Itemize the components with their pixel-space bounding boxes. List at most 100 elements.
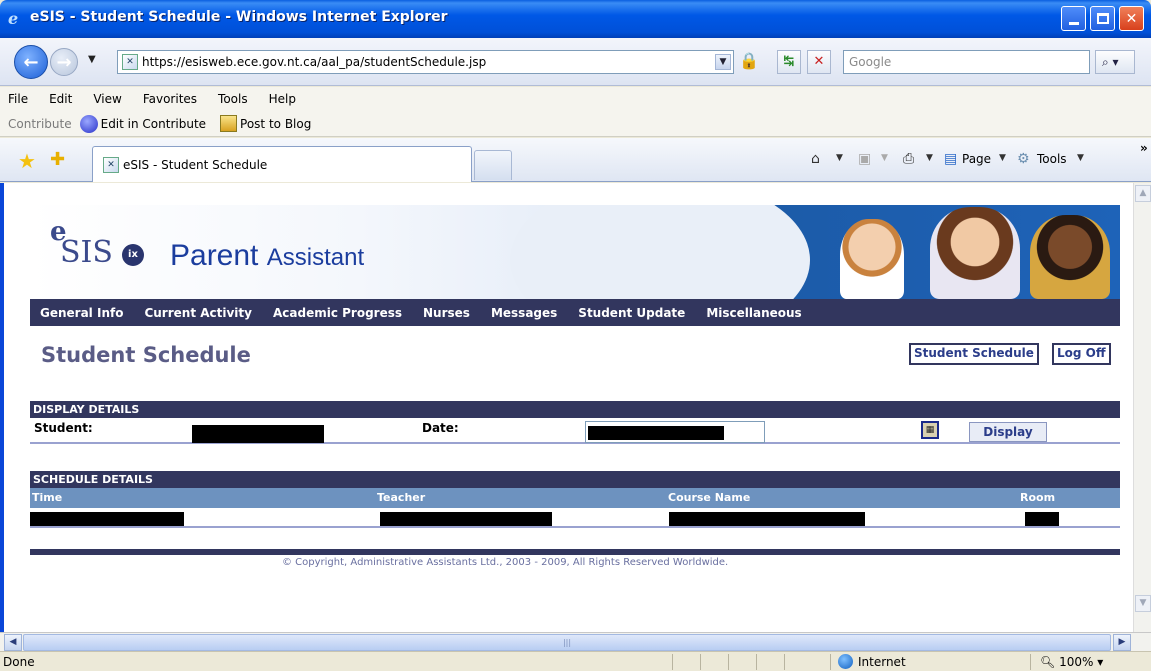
security-zone[interactable]: Internet (838, 654, 906, 669)
forward-arrow-icon: → (56, 51, 72, 73)
menu-favorites[interactable]: Favorites (143, 92, 197, 106)
column-room: Room (1020, 491, 1056, 504)
close-button[interactable]: ✕ (1119, 6, 1144, 31)
search-input[interactable]: Google (843, 50, 1090, 74)
scroll-right-icon[interactable]: ▶ (1113, 634, 1131, 651)
nav-academic-progress[interactable]: Academic Progress (273, 306, 402, 320)
column-teacher: Teacher (377, 491, 426, 504)
menu-help[interactable]: Help (269, 92, 296, 106)
ie-logo-icon: e (8, 9, 19, 28)
banner: e SIS ix Parent Assistant (30, 205, 1120, 299)
home-icon[interactable]: ⌂ (811, 151, 820, 167)
nav-miscellaneous[interactable]: Miscellaneous (706, 306, 801, 320)
search-button[interactable]: ⌕ ▾ (1095, 50, 1135, 74)
gear-icon: ⚙ (1017, 151, 1030, 167)
horizontal-scrollbar[interactable]: ◀ ||| ▶ (0, 632, 1151, 651)
room-value-redacted (1025, 512, 1059, 526)
schedule-details-heading: SCHEDULE DETAILS (30, 471, 1120, 488)
refresh-button[interactable]: ↹ (777, 50, 801, 74)
banner-swoosh (510, 205, 810, 299)
nav-nurses[interactable]: Nurses (423, 306, 470, 320)
home-dropdown-icon[interactable]: ▼ (836, 153, 843, 163)
page-menu-button[interactable]: Page (962, 152, 991, 166)
zoom-dropdown-icon: ▾ (1097, 655, 1104, 669)
address-toolbar: ← → ▼ ✕ https://esisweb.ece.gov.nt.ca/aa… (0, 38, 1151, 86)
history-dropdown-icon[interactable]: ▼ (88, 54, 96, 65)
student-label: Student: (34, 421, 93, 435)
feeds-icon[interactable]: ▣ (858, 151, 871, 167)
maximize-button[interactable] (1090, 6, 1115, 31)
calendar-icon[interactable]: ▦ (921, 421, 939, 439)
status-divider (830, 654, 831, 670)
url-text: https://esisweb.ece.gov.nt.ca/aal_pa/stu… (142, 55, 487, 69)
scroll-down-icon[interactable]: ▼ (1135, 595, 1151, 612)
zoom-icon: 🔍︎ (1040, 655, 1056, 669)
close-icon: ✕ (1125, 10, 1138, 27)
brand-title-main: Parent (170, 239, 259, 272)
add-favorite-icon[interactable]: ✚ (50, 149, 65, 170)
time-value-redacted (30, 512, 184, 526)
logo-badge: ix (122, 244, 144, 266)
page-dropdown-icon[interactable]: ▼ (999, 153, 1006, 163)
date-value-redacted (588, 426, 724, 440)
nav-messages[interactable]: Messages (491, 306, 557, 320)
footer-divider (30, 549, 1120, 555)
stop-button[interactable]: ✕ (807, 50, 831, 74)
status-divider (1030, 654, 1031, 670)
zoom-value: 100% (1059, 655, 1094, 669)
tab-bar: ★ ✚ ✕ eSIS - Student Schedule ⌂ ▼ ▣ ▼ ⎙ … (0, 138, 1151, 182)
date-input[interactable] (585, 421, 765, 443)
back-button[interactable]: ← (14, 45, 48, 79)
tab-student-schedule[interactable]: ✕ eSIS - Student Schedule (92, 146, 472, 182)
display-button[interactable]: Display (969, 422, 1047, 442)
student-photo-girl (930, 207, 1020, 299)
chevron-more-icon[interactable]: » (1140, 141, 1148, 155)
new-tab-button[interactable] (474, 150, 512, 180)
lock-icon[interactable]: 🔒 (738, 51, 760, 73)
menu-edit[interactable]: Edit (49, 92, 72, 106)
edit-in-contribute-button[interactable]: Edit in Contribute (79, 114, 206, 133)
back-arrow-icon: ← (23, 51, 39, 73)
nav-general-info[interactable]: General Info (40, 306, 123, 320)
window-title: eSIS - Student Schedule - Windows Intern… (30, 9, 448, 25)
table-row (30, 508, 1120, 528)
maximize-icon (1096, 13, 1109, 24)
horizontal-scroll-thumb[interactable]: ||| (23, 634, 1111, 651)
column-course-name: Course Name (668, 491, 751, 504)
feeds-dropdown-icon[interactable]: ▼ (881, 153, 888, 163)
copyright-text: © Copyright, Administrative Assistants L… (282, 557, 729, 568)
print-dropdown-icon[interactable]: ▼ (926, 153, 933, 163)
menu-view[interactable]: View (93, 92, 121, 106)
menu-tools[interactable]: Tools (218, 92, 248, 106)
tab-label: eSIS - Student Schedule (123, 157, 268, 172)
post-to-blog-button[interactable]: Post to Blog (220, 115, 311, 132)
tools-menu-button[interactable]: Tools (1037, 152, 1067, 166)
log-off-button[interactable]: Log Off (1052, 343, 1111, 365)
logo-sis: SIS (60, 235, 113, 270)
column-time: Time (32, 491, 63, 504)
student-photo-girl-2 (1030, 215, 1110, 299)
student-schedule-button[interactable]: Student Schedule (909, 343, 1039, 365)
print-icon[interactable]: ⎙ (903, 151, 914, 167)
nav-current-activity[interactable]: Current Activity (144, 306, 252, 320)
refresh-icon: ↹ (783, 54, 795, 69)
scroll-left-icon[interactable]: ◀ (4, 634, 22, 651)
address-field[interactable]: ✕ https://esisweb.ece.gov.nt.ca/aal_pa/s… (117, 50, 734, 74)
contribute-icon (79, 114, 98, 133)
status-divider (700, 654, 701, 670)
menu-file[interactable]: File (8, 92, 28, 106)
forward-button[interactable]: → (50, 48, 78, 76)
favorites-star-icon[interactable]: ★ (18, 149, 36, 173)
vertical-scrollbar[interactable]: ▲ ▼ (1133, 183, 1151, 632)
minimize-button[interactable] (1061, 6, 1086, 31)
tools-dropdown-icon[interactable]: ▼ (1077, 153, 1084, 163)
scroll-up-icon[interactable]: ▲ (1135, 185, 1151, 202)
stop-icon: ✕ (813, 54, 825, 69)
status-bar: Done Internet 🔍︎ 100% ▾ (0, 651, 1151, 671)
status-divider (672, 654, 673, 670)
address-dropdown-icon[interactable]: ▼ (715, 54, 731, 70)
display-details-heading: DISPLAY DETAILS (30, 401, 1120, 418)
zoom-level[interactable]: 🔍︎ 100% ▾ (1040, 655, 1103, 669)
schedule-column-headers: Time Teacher Course Name Room (30, 488, 1120, 508)
nav-student-update[interactable]: Student Update (578, 306, 685, 320)
